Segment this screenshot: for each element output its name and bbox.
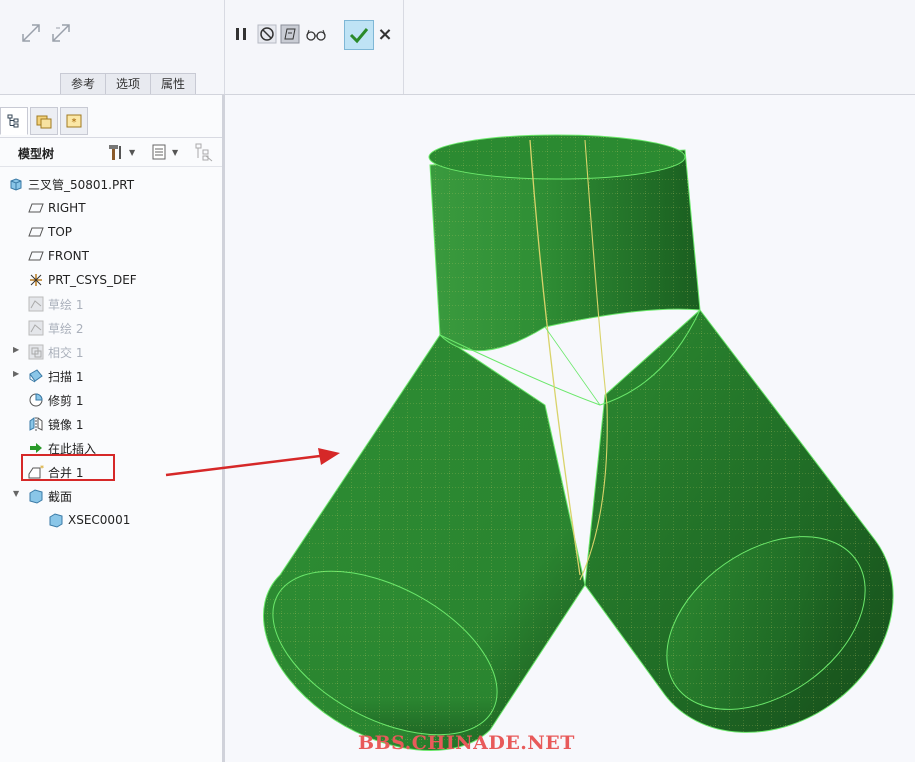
tree-item-mirror-1[interactable]: 镜像 1 xyxy=(28,413,83,435)
tree-item-label: 扫描 1 xyxy=(48,369,84,384)
tree-filter-icon[interactable] xyxy=(194,142,216,162)
tree-item-xsec0001[interactable]: XSEC0001 xyxy=(48,509,130,531)
tree-item-label: 截面 xyxy=(48,489,73,504)
tree-item-label: TOP xyxy=(48,225,73,239)
resize-arrow-icon[interactable] xyxy=(20,22,42,44)
checkmark-icon[interactable] xyxy=(344,20,374,50)
tree-item-top[interactable]: TOP xyxy=(28,221,72,243)
tree-item-trim-1[interactable]: 修剪 1 xyxy=(28,389,83,411)
tree-settings-icon[interactable]: ▼ xyxy=(106,142,142,162)
collapse-arrow-icon[interactable]: ▼ xyxy=(13,490,21,498)
mirror-icon xyxy=(28,416,44,432)
tree-item-intersect-1[interactable]: 相交 1 xyxy=(28,341,83,363)
tab-options[interactable]: 选项 xyxy=(105,73,152,94)
chevron-down-icon: ▼ xyxy=(172,147,179,157)
tree-item-label: 草绘 2 xyxy=(48,321,84,336)
sweep-icon xyxy=(28,368,44,384)
tab-properties[interactable]: 属性 xyxy=(150,73,197,94)
ribbon-group-right: × xyxy=(225,0,404,94)
datum-plane-icon xyxy=(28,248,44,264)
tab-references[interactable]: 参考 xyxy=(60,73,107,94)
ribbon: 参考 选项 属性 × xyxy=(0,0,915,95)
section-icon xyxy=(48,512,64,528)
sketch-icon xyxy=(28,296,44,312)
cancel-icon[interactable]: × xyxy=(374,23,396,45)
sidebar: * 模型树 ▼ ▼ 三叉管_50801.PRT RIGHT TOP FRONT … xyxy=(0,95,225,762)
tree-item-label: 镜像 1 xyxy=(48,417,84,432)
ribbon-group-left: 参考 选项 属性 xyxy=(0,0,225,94)
tree-item-front[interactable]: FRONT xyxy=(28,245,89,267)
graphics-viewport[interactable] xyxy=(165,95,915,762)
tree-item-right[interactable]: RIGHT xyxy=(28,197,86,219)
tree-item-sweep-1[interactable]: 扫描 1 xyxy=(28,365,83,387)
highlight-box xyxy=(21,454,115,481)
trim-icon xyxy=(28,392,44,408)
expand-arrow-icon[interactable]: ▶ xyxy=(13,346,21,354)
tree-item-label: 草绘 1 xyxy=(48,297,84,312)
tree-item-csys[interactable]: PRT_CSYS_DEF xyxy=(28,269,137,291)
tree-item-sketch-1[interactable]: 草绘 1 xyxy=(28,293,83,315)
watermark-text: BBS.CHINADE.NET xyxy=(358,732,575,754)
tree-item-label: 三叉管_50801.PRT xyxy=(28,177,135,192)
sketch-icon xyxy=(28,320,44,336)
tree-item-label: PRT_CSYS_DEF xyxy=(48,273,137,287)
model-tree-title: 模型树 xyxy=(18,147,55,161)
chevron-down-icon: ▼ xyxy=(129,147,136,157)
cancel-label: × xyxy=(377,23,393,45)
tree-item-sketch-2[interactable]: 草绘 2 xyxy=(28,317,83,339)
tree-item-part[interactable]: 三叉管_50801.PRT xyxy=(8,173,134,195)
resize-arrow-alt-icon[interactable] xyxy=(50,22,72,44)
intersect-icon xyxy=(28,344,44,360)
folder-browser-tab-icon[interactable] xyxy=(30,107,58,135)
csys-icon xyxy=(28,272,44,288)
three-way-pipe-model[interactable] xyxy=(225,95,915,762)
svg-text:*: * xyxy=(72,117,77,128)
tree-item-label: FRONT xyxy=(48,249,89,263)
annotation-arrow xyxy=(165,448,340,477)
expand-arrow-icon[interactable]: ▶ xyxy=(13,370,21,378)
model-tree-header: 模型树 ▼ ▼ xyxy=(0,137,222,167)
model-tree-tab-icon[interactable] xyxy=(0,107,28,135)
ribbon-tabs: 参考 选项 属性 xyxy=(60,73,197,94)
tree-item-section-folder[interactable]: 截面 xyxy=(28,485,72,507)
section-folder-icon xyxy=(28,488,44,504)
part-icon xyxy=(8,176,24,192)
favorites-tab-icon[interactable]: * xyxy=(60,107,88,135)
pause-icon[interactable] xyxy=(230,23,252,45)
no-preview-icon[interactable] xyxy=(256,23,278,45)
tree-item-label: RIGHT xyxy=(48,201,86,215)
tree-item-label: 相交 1 xyxy=(48,345,84,360)
tree-item-label: 修剪 1 xyxy=(48,393,84,408)
tree-item-label: XSEC0001 xyxy=(68,513,131,527)
datum-plane-icon xyxy=(28,224,44,240)
datum-plane-icon xyxy=(28,200,44,216)
sidebar-tabs: * xyxy=(0,107,90,135)
show-menu-icon[interactable]: ▼ xyxy=(150,142,186,162)
preview-geometry-icon[interactable] xyxy=(279,23,301,45)
verify-glasses-icon[interactable] xyxy=(305,23,327,45)
